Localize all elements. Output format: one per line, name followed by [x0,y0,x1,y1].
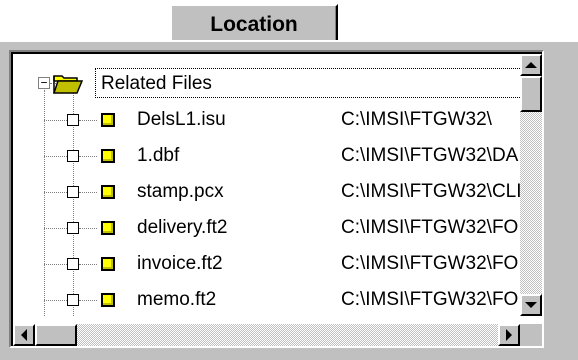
file-path: C:\IMSI\FTGW32\FO [341,289,519,310]
location-panel: − Related Files DelsL1.isu C:\IMSI\FTGW32… [0,40,578,360]
tree-node-box[interactable] [67,150,79,162]
vertical-scrollbar[interactable] [520,54,542,316]
tab-location-label: Location [210,13,298,36]
horizontal-scroll-thumb[interactable] [35,324,77,346]
file-name: memo.ft2 [137,289,217,310]
file-path: C:\IMSI\FTGW32\FO [341,253,519,274]
file-name: DelsL1.isu [137,109,226,130]
tree-file-item[interactable]: delivery.ft2 C:\IMSI\FTGW32\FO [13,208,540,244]
file-icon [101,185,115,199]
related-files-tree-view: − Related Files DelsL1.isu C:\IMSI\FTGW32… [9,50,544,348]
file-icon [101,221,115,235]
scroll-down-button[interactable] [520,294,542,316]
tree-file-item[interactable]: DelsL1.isu C:\IMSI\FTGW32\ [13,100,540,136]
file-path: C:\IMSI\FTGW32\FO [341,217,519,238]
file-name: delivery.ft2 [137,217,228,238]
open-folder-icon [53,75,83,94]
tree-node-box[interactable] [67,258,79,270]
tree-file-item[interactable]: invoice.ft2 C:\IMSI\FTGW32\FO [13,244,540,280]
file-path: C:\IMSI\FTGW32\ [341,109,492,130]
scroll-right-button[interactable] [498,324,520,346]
tree-node-box[interactable] [67,114,79,126]
vertical-scroll-thumb[interactable] [520,76,542,112]
arrow-down-icon [525,302,537,308]
collapse-toggle[interactable]: − [38,77,50,89]
tree-node-box[interactable] [67,294,79,306]
file-icon [101,113,115,127]
horizontal-scrollbar[interactable] [13,324,520,346]
file-icon [101,257,115,271]
scrollbar-corner [520,324,542,346]
file-icon [101,293,115,307]
file-icon [101,149,115,163]
arrow-left-icon [21,329,27,341]
file-path: C:\IMSI\FTGW32\CLI [341,181,522,202]
file-path: C:\IMSI\FTGW32\DA [341,145,519,166]
arrow-up-icon [525,62,537,68]
tree-file-item[interactable]: memo.ft2 C:\IMSI\FTGW32\FO [13,280,540,316]
tab-location[interactable]: Location [170,4,338,44]
tree-file-item[interactable]: 1.dbf C:\IMSI\FTGW32\DA [13,136,540,172]
tree-node-box[interactable] [67,186,79,198]
file-name: invoice.ft2 [137,253,223,274]
scroll-left-button[interactable] [13,324,35,346]
file-name: stamp.pcx [137,181,224,202]
tree-file-item[interactable]: stamp.pcx C:\IMSI\FTGW32\CLI [13,172,540,208]
tree-content: − Related Files DelsL1.isu C:\IMSI\FTGW32… [13,54,540,316]
tree-root-related-files[interactable]: − Related Files [13,66,540,100]
arrow-right-icon [506,329,512,341]
file-name: 1.dbf [137,145,180,166]
scroll-up-button[interactable] [520,54,542,76]
tree-node-box[interactable] [67,222,79,234]
tree-root-label: Related Files [101,73,212,94]
